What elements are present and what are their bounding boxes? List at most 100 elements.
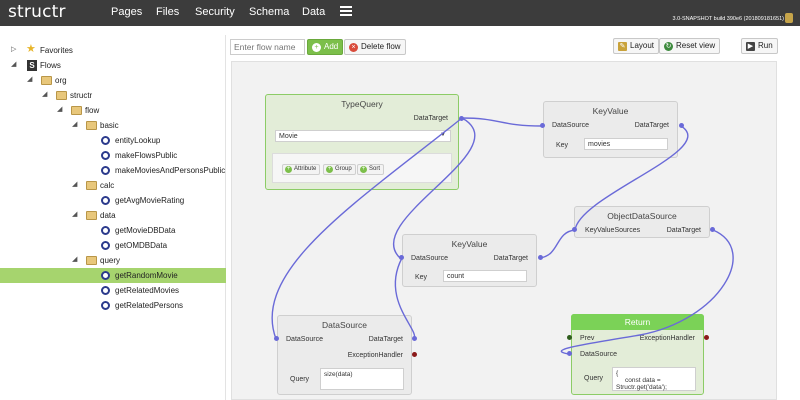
folder-icon bbox=[86, 211, 97, 220]
tree-label: calc bbox=[100, 181, 115, 190]
collapse-icon[interactable]: ◢ bbox=[27, 76, 35, 84]
tree-item-structr[interactable]: ◢ structr bbox=[0, 88, 226, 103]
key-input[interactable]: movies bbox=[584, 138, 668, 150]
node-title: DataSource bbox=[322, 320, 367, 330]
tree-item-calc[interactable]: ◢ calc bbox=[0, 178, 226, 193]
tree-item-flow-entry[interactable]: makeMoviesAndPersonsPublic bbox=[0, 163, 226, 178]
run-button[interactable]: ▶ Run bbox=[741, 38, 778, 54]
reset-view-label: Reset view bbox=[676, 41, 716, 50]
nav-data[interactable]: Data bbox=[302, 6, 325, 18]
query-textarea[interactable]: size(data) bbox=[320, 368, 404, 390]
collapse-icon[interactable]: ◢ bbox=[42, 91, 50, 99]
chevron-down-icon: ▼ bbox=[440, 132, 446, 138]
tree-label: org bbox=[55, 76, 67, 85]
node-title: Return bbox=[624, 317, 651, 327]
add-flow-button[interactable]: + Add bbox=[307, 39, 344, 55]
tree-item-org[interactable]: ◢ org bbox=[0, 73, 226, 88]
flow-node-icon bbox=[101, 241, 110, 250]
port-label: ExceptionHandler bbox=[347, 352, 403, 359]
node-keyvalue-count[interactable]: KeyValue DataSource DataTarget Key count bbox=[402, 234, 537, 287]
node-keyvalue-movies[interactable]: KeyValue DataSource DataTarget Key movie… bbox=[543, 101, 678, 158]
menu-icon[interactable] bbox=[340, 6, 352, 16]
tree-item-flow-entry[interactable]: getRelatedMovies bbox=[0, 283, 226, 298]
flow-tree-sidebar: ▷ ★ Favorites ◢ S Flows ◢ org ◢ structr … bbox=[0, 35, 226, 400]
input-port-dot[interactable] bbox=[567, 351, 572, 356]
tree-item-flow-entry[interactable]: makeFlowsPublic bbox=[0, 148, 226, 163]
tree-item-data[interactable]: ◢ data bbox=[0, 208, 226, 223]
input-port-dot[interactable] bbox=[540, 123, 545, 128]
tree-label: getOMDBData bbox=[115, 241, 168, 250]
exception-port-dot[interactable] bbox=[412, 352, 417, 357]
tree-item-basic[interactable]: ◢ basic bbox=[0, 118, 226, 133]
port-label: KeyValueSources bbox=[585, 227, 641, 234]
nav-schema[interactable]: Schema bbox=[249, 6, 289, 18]
output-port-dot[interactable] bbox=[459, 116, 464, 121]
exception-port-dot[interactable] bbox=[704, 335, 709, 340]
output-port-dot[interactable] bbox=[538, 255, 543, 260]
tree-item-flow-entry[interactable]: getOMDBData bbox=[0, 238, 226, 253]
collapse-icon[interactable]: ◢ bbox=[72, 121, 80, 129]
btn-label: Sort bbox=[369, 166, 381, 172]
collapse-icon[interactable]: ◢ bbox=[57, 106, 65, 114]
input-port-dot[interactable] bbox=[399, 255, 404, 260]
node-return[interactable]: Return Prev ExceptionHandler DataSource … bbox=[571, 314, 704, 395]
user-icon[interactable] bbox=[785, 13, 793, 23]
build-info: 3.0-SNAPSHOT build 390e6 (201809181651) bbox=[672, 16, 784, 22]
tree-label: getRelatedPersons bbox=[115, 301, 184, 310]
node-title: KeyValue bbox=[451, 239, 488, 249]
tree-item-query[interactable]: ◢ query bbox=[0, 253, 226, 268]
output-port-dot[interactable] bbox=[679, 123, 684, 128]
flow-node-icon bbox=[101, 136, 110, 145]
delete-flow-button[interactable]: × Delete flow bbox=[344, 39, 406, 55]
flow-name-input[interactable] bbox=[230, 39, 305, 55]
nav-security[interactable]: Security bbox=[195, 6, 235, 18]
nav-files[interactable]: Files bbox=[156, 6, 179, 18]
tree-item-flows[interactable]: ◢ S Flows bbox=[0, 58, 226, 73]
tree-item-flow-entry[interactable]: getMovieDBData bbox=[0, 223, 226, 238]
tree-item-flow[interactable]: ◢ flow bbox=[0, 103, 226, 118]
tree-item-flow-entry-selected[interactable]: getRandomMovie bbox=[0, 268, 226, 283]
nav-pages[interactable]: Pages bbox=[111, 6, 142, 18]
reset-view-button[interactable]: ↻ Reset view bbox=[659, 38, 721, 54]
node-objectdatasource[interactable]: ObjectDataSource KeyValueSources DataTar… bbox=[574, 206, 710, 238]
collapse-icon[interactable]: ◢ bbox=[72, 256, 80, 264]
structr-logo[interactable]: structr bbox=[8, 2, 66, 22]
query-textarea[interactable]: { const data = Structr.get('data'); bbox=[612, 367, 696, 391]
tree-label: getMovieDBData bbox=[115, 226, 176, 235]
collapse-icon[interactable]: ◢ bbox=[72, 181, 80, 189]
collapse-icon[interactable]: ◢ bbox=[72, 211, 80, 219]
key-label: Key bbox=[415, 274, 428, 281]
btn-label: Group bbox=[335, 166, 352, 172]
plus-icon: + bbox=[360, 166, 367, 173]
query-options-panel: + Attribute + Group + Sort bbox=[272, 153, 452, 183]
folder-icon bbox=[41, 76, 52, 85]
layout-button[interactable]: ✎ Layout bbox=[613, 38, 660, 54]
collapse-icon[interactable]: ◢ bbox=[11, 61, 19, 69]
delete-flow-label: Delete flow bbox=[361, 42, 401, 51]
tree-label: getRandomMovie bbox=[115, 271, 178, 280]
output-port-dot[interactable] bbox=[412, 336, 417, 341]
add-group-button[interactable]: + Group bbox=[323, 164, 356, 175]
add-sort-button[interactable]: + Sort bbox=[357, 164, 385, 175]
tree-item-flow-entry[interactable]: getRelatedPersons bbox=[0, 298, 226, 313]
tree-item-favorites[interactable]: ▷ ★ Favorites bbox=[0, 43, 226, 58]
tree-item-flow-entry[interactable]: entityLookup bbox=[0, 133, 226, 148]
node-typequery[interactable]: TypeQuery DataTarget Movie ▼ + Attribute … bbox=[265, 94, 459, 190]
input-port-dot[interactable] bbox=[572, 227, 577, 232]
prev-port-dot[interactable] bbox=[567, 335, 572, 340]
wand-icon: ✎ bbox=[618, 42, 627, 51]
port-label: ExceptionHandler bbox=[639, 335, 695, 342]
node-datasource[interactable]: DataSource DataSource DataTarget Excepti… bbox=[277, 315, 412, 395]
play-icon: ▶ bbox=[746, 42, 755, 51]
key-input[interactable]: count bbox=[443, 270, 527, 282]
output-port-dot[interactable] bbox=[710, 227, 715, 232]
flow-node-icon bbox=[101, 226, 110, 235]
add-attribute-button[interactable]: + Attribute bbox=[282, 164, 321, 175]
tree-item-flow-entry[interactable]: getAvgMovieRating bbox=[0, 193, 226, 208]
expand-icon[interactable]: ▷ bbox=[11, 46, 19, 54]
tree-label: query bbox=[100, 256, 121, 265]
type-select[interactable]: Movie ▼ bbox=[275, 130, 451, 142]
port-label: DataTarget bbox=[493, 255, 528, 262]
input-port-dot[interactable] bbox=[274, 336, 279, 341]
flow-node-icon bbox=[101, 166, 110, 175]
